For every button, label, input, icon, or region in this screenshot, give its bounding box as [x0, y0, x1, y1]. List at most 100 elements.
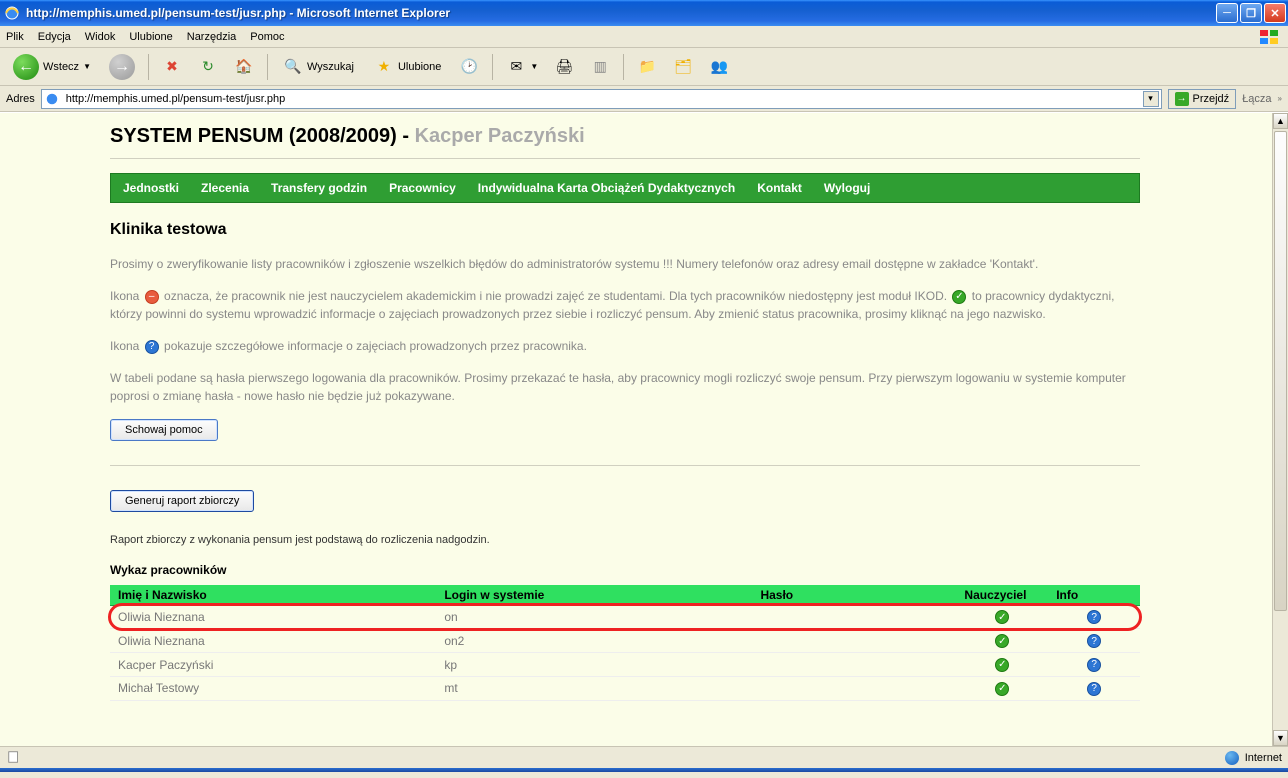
cell-teacher[interactable]: ✓ — [956, 676, 1048, 700]
th-info: Info — [1048, 585, 1140, 606]
cell-name: Michał Testowy — [110, 676, 436, 700]
address-label: Adres — [6, 93, 35, 105]
menu-ulubione[interactable]: Ulubione — [129, 31, 172, 43]
cell-info[interactable]: ? — [1048, 629, 1140, 653]
folder-button[interactable]: 📁 — [632, 53, 662, 81]
generate-report-button[interactable]: Generuj raport zbiorczy — [110, 490, 254, 512]
separator — [148, 54, 149, 80]
table-row[interactable]: Oliwia Nieznanaon ✓? — [110, 605, 1140, 629]
help-paragraph-1: Prosimy o zweryfikowanie listy pracownik… — [110, 255, 1140, 273]
folders-icon: 🗂 — [673, 57, 693, 77]
window-restore-button[interactable]: ❐ — [1240, 3, 1262, 23]
cell-name: Oliwia Nieznana — [110, 629, 436, 653]
back-icon: ← — [13, 54, 39, 80]
employees-table: Imię i Nazwisko Login w systemie Hasło N… — [110, 585, 1140, 701]
nav-zlecenia[interactable]: Zlecenia — [201, 181, 249, 195]
scroll-up-button[interactable]: ▲ — [1273, 113, 1288, 129]
nav-transfery[interactable]: Transfery godzin — [271, 181, 367, 195]
refresh-button[interactable]: ↻ — [193, 53, 223, 81]
security-zone: Internet — [1245, 752, 1282, 764]
cell-info[interactable]: ? — [1048, 676, 1140, 700]
forward-icon: → — [109, 54, 135, 80]
print-button[interactable]: 🖨 — [549, 53, 579, 81]
cell-info[interactable]: ? — [1048, 605, 1140, 629]
search-icon: 🔍 — [283, 57, 303, 77]
menu-plik[interactable]: Plik — [6, 31, 24, 43]
stop-icon: ✖ — [162, 57, 182, 77]
menu-narzedzia[interactable]: Narzędzia — [187, 31, 237, 43]
forward-button[interactable]: → — [104, 53, 140, 81]
scroll-down-button[interactable]: ▼ — [1273, 730, 1288, 746]
chevron-down-icon: ▼ — [83, 62, 91, 71]
address-dropdown-button[interactable]: ▾ — [1143, 91, 1159, 107]
section-heading: Klinika testowa — [110, 221, 1140, 239]
taskbar-strip — [0, 768, 1288, 772]
cell-pass — [752, 653, 956, 677]
messenger-button[interactable]: 👥 — [704, 53, 734, 81]
go-icon: → — [1175, 92, 1189, 106]
search-label: Wyszukaj — [307, 61, 354, 73]
star-icon: ★ — [374, 57, 394, 77]
windows-flag-icon — [1258, 28, 1282, 46]
question-circle-icon: ? — [1087, 682, 1101, 696]
nav-kontakt[interactable]: Kontakt — [757, 181, 802, 195]
favorites-label: Ulubione — [398, 61, 441, 73]
hide-help-button[interactable]: Schowaj pomoc — [110, 419, 218, 441]
nav-ikod[interactable]: Indywidualna Karta Obciążeń Dydaktycznyc… — [478, 181, 735, 195]
window-title: http://memphis.umed.pl/pensum-test/jusr.… — [26, 6, 450, 20]
cell-info[interactable]: ? — [1048, 653, 1140, 677]
table-row[interactable]: Kacper Paczyńskikp✓? — [110, 653, 1140, 677]
cell-login: on — [436, 605, 752, 629]
table-row[interactable]: Oliwia Nieznanaon2✓? — [110, 629, 1140, 653]
menu-pomoc[interactable]: Pomoc — [250, 31, 284, 43]
address-combo[interactable]: ▾ — [41, 89, 1162, 109]
history-button[interactable]: 🕑 — [454, 53, 484, 81]
system-user: Kacper Paczyński — [415, 125, 585, 147]
favorites-button[interactable]: ★ Ulubione — [367, 53, 448, 81]
cell-pass — [752, 605, 956, 629]
question-circle-icon: ? — [1087, 658, 1101, 672]
nav-pracownicy[interactable]: Pracownicy — [389, 181, 456, 195]
back-label: Wstecz — [43, 61, 79, 73]
help-paragraph-4: W tabeli podane są hasła pierwszego logo… — [110, 369, 1140, 405]
links-label[interactable]: Łącza — [1242, 93, 1271, 105]
window-close-button[interactable]: ✕ — [1264, 3, 1286, 23]
go-button[interactable]: → Przejdź — [1168, 89, 1237, 109]
separator — [267, 54, 268, 80]
nav-wyloguj[interactable]: Wyloguj — [824, 181, 870, 195]
scroll-thumb[interactable] — [1274, 131, 1287, 611]
globe-icon — [1225, 751, 1239, 765]
th-pass: Hasło — [752, 585, 956, 606]
cell-teacher[interactable]: ✓ — [956, 629, 1048, 653]
th-login: Login w systemie — [436, 585, 752, 606]
back-button[interactable]: ← Wstecz ▼ — [6, 53, 98, 81]
status-bar: Internet — [0, 746, 1288, 768]
address-input[interactable] — [64, 91, 1139, 107]
mail-button[interactable]: ✉▼ — [501, 53, 543, 81]
folders-button[interactable]: 🗂 — [668, 53, 698, 81]
menu-widok[interactable]: Widok — [85, 31, 116, 43]
search-button[interactable]: 🔍 Wyszukaj — [276, 53, 361, 81]
nav-jednostki[interactable]: Jednostki — [123, 181, 179, 195]
cell-teacher[interactable]: ✓ — [956, 605, 1048, 629]
home-button[interactable]: 🏠 — [229, 53, 259, 81]
cell-pass — [752, 676, 956, 700]
mail-icon: ✉ — [506, 57, 526, 77]
cell-pass — [752, 629, 956, 653]
edit-button[interactable]: ▥ — [585, 53, 615, 81]
people-icon: 👥 — [709, 57, 729, 77]
cell-login: mt — [436, 676, 752, 700]
chevron-down-icon: ▼ — [530, 62, 538, 71]
address-bar: Adres ▾ → Przejdź Łącza » — [0, 86, 1288, 112]
cell-name: Kacper Paczyński — [110, 653, 436, 677]
stop-button[interactable]: ✖ — [157, 53, 187, 81]
minus-circle-icon: – — [145, 290, 159, 304]
scroll-track[interactable] — [1273, 129, 1288, 730]
report-note: Raport zbiorczy z wykonania pensum jest … — [110, 532, 1140, 549]
cell-teacher[interactable]: ✓ — [956, 653, 1048, 677]
cell-name: Oliwia Nieznana — [110, 605, 436, 629]
vertical-scrollbar[interactable]: ▲ ▼ — [1272, 113, 1288, 746]
menu-edycja[interactable]: Edycja — [38, 31, 71, 43]
window-minimize-button[interactable]: ─ — [1216, 3, 1238, 23]
table-row[interactable]: Michał Testowymt ✓? — [110, 676, 1140, 700]
